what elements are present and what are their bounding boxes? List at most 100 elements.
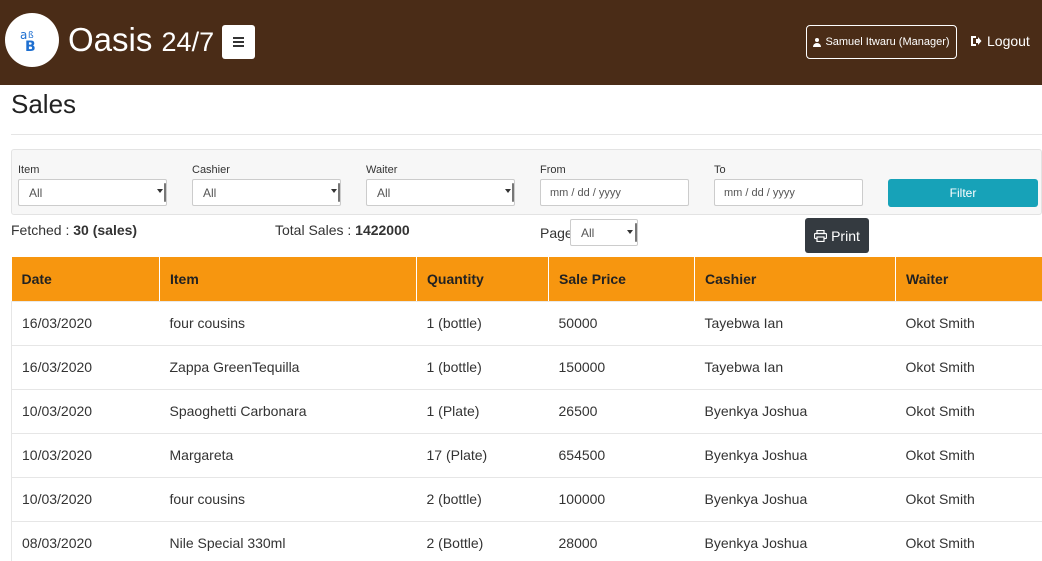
- cell-item: four cousins: [159, 301, 417, 346]
- cell-date: 10/03/2020: [11, 389, 160, 434]
- page-title: Sales: [11, 89, 77, 119]
- cell-quantity: 1 (Plate): [416, 389, 549, 434]
- from-date-input[interactable]: mm / dd / yyyy: [540, 179, 689, 206]
- user-icon: [813, 37, 822, 47]
- logo-icon[interactable]: a ß B: [5, 13, 59, 67]
- page-select[interactable]: All: [570, 219, 638, 246]
- sales-table: Date Item Quantity Sale Price Cashier Wa…: [11, 257, 1042, 561]
- item-filter-group: Item All: [18, 163, 167, 206]
- select-edge: [512, 183, 514, 202]
- cell-cashier: Byenkya Joshua: [694, 389, 896, 434]
- column-header-waiter[interactable]: Waiter: [895, 257, 1042, 302]
- select-edge: [164, 183, 166, 202]
- cashier-filter-value: All: [203, 185, 217, 200]
- cell-date: 08/03/2020: [11, 521, 160, 561]
- to-date-group: To mm / dd / yyyy: [714, 163, 863, 206]
- select-edge: [338, 183, 340, 202]
- cell-date: 10/03/2020: [11, 433, 160, 478]
- cell-sale-price: 150000: [548, 345, 695, 390]
- cell-cashier: Tayebwa Ian: [694, 301, 896, 346]
- table-row: 16/03/2020 four cousins 1 (bottle) 50000…: [11, 301, 1042, 346]
- cell-item: Margareta: [159, 433, 417, 478]
- cell-item: Nile Special 330ml: [159, 521, 417, 561]
- item-filter-select[interactable]: All: [18, 179, 167, 206]
- cell-item: four cousins: [159, 477, 417, 522]
- print-icon: [814, 229, 828, 242]
- cell-cashier: Byenkya Joshua: [694, 521, 896, 561]
- cell-cashier: Byenkya Joshua: [694, 433, 896, 478]
- item-filter-label: Item: [18, 164, 40, 176]
- filter-button[interactable]: Filter: [888, 179, 1038, 207]
- cell-sale-price: 654500: [548, 433, 695, 478]
- cell-quantity: 2 (Bottle): [416, 521, 549, 561]
- fetched-value: 30 (sales): [73, 222, 138, 238]
- column-header-date[interactable]: Date: [11, 257, 160, 302]
- title-divider: [11, 134, 1042, 135]
- table-row: 10/03/2020 Margareta 17 (Plate) 654500 B…: [11, 433, 1042, 478]
- from-date-placeholder: mm / dd / yyyy: [550, 186, 621, 199]
- user-label: Samuel Itwaru (Manager): [825, 36, 950, 48]
- menu-toggle-button[interactable]: [222, 25, 255, 59]
- top-navbar: a ß B Oasis 24/7 Samuel Itwaru (Manager)…: [0, 0, 1042, 85]
- logout-link[interactable]: Logout: [970, 33, 1030, 49]
- fetched-count: Fetched : 30 (sales): [11, 222, 137, 238]
- from-date-group: From mm / dd / yyyy: [540, 163, 689, 206]
- logo-icon-glyph: a ß B: [20, 28, 36, 55]
- total-label: Total Sales :: [275, 222, 352, 238]
- waiter-filter-value: All: [377, 185, 391, 200]
- total-sales: Total Sales : 1422000: [275, 222, 410, 238]
- to-date-placeholder: mm / dd / yyyy: [724, 186, 795, 199]
- sign-out-icon: [971, 36, 982, 46]
- column-header-quantity[interactable]: Quantity: [416, 257, 549, 302]
- brand-title[interactable]: Oasis 24/7: [68, 20, 214, 62]
- column-header-cashier[interactable]: Cashier: [694, 257, 896, 302]
- from-date-label: From: [540, 164, 566, 176]
- fetched-label: Fetched :: [11, 222, 70, 238]
- page-label: Page: [540, 225, 573, 241]
- user-account-button[interactable]: Samuel Itwaru (Manager): [806, 25, 957, 59]
- table-row: 10/03/2020 Spaoghetti Carbonara 1 (Plate…: [11, 389, 1042, 434]
- print-label: Print: [831, 227, 860, 244]
- cell-waiter: Okot Smith: [895, 389, 1042, 434]
- hamburger-icon: [233, 41, 244, 43]
- item-filter-value: All: [29, 185, 43, 200]
- cell-sale-price: 28000: [548, 521, 695, 561]
- cashier-filter-select[interactable]: All: [192, 179, 341, 206]
- filter-panel: Item All Cashier All Waiter All From mm …: [11, 149, 1042, 215]
- brand-suffix: 24/7: [161, 27, 215, 57]
- chevron-down-icon: [331, 189, 337, 193]
- page-select-value: All: [581, 225, 595, 240]
- table-row: 10/03/2020 four cousins 2 (bottle) 10000…: [11, 477, 1042, 522]
- total-value: 1422000: [355, 222, 410, 238]
- cell-waiter: Okot Smith: [895, 477, 1042, 522]
- column-header-sale-price[interactable]: Sale Price: [548, 257, 695, 302]
- cell-waiter: Okot Smith: [895, 433, 1042, 478]
- brand-name: Oasis: [68, 21, 153, 58]
- svg-text:B: B: [25, 39, 36, 55]
- table-row: 16/03/2020 Zappa GreenTequilla 1 (bottle…: [11, 345, 1042, 390]
- cell-date: 16/03/2020: [11, 345, 160, 390]
- waiter-filter-group: Waiter All: [366, 163, 515, 206]
- chevron-down-icon: [505, 189, 511, 193]
- cell-date: 16/03/2020: [11, 301, 160, 346]
- cell-waiter: Okot Smith: [895, 301, 1042, 346]
- chevron-down-icon: [157, 189, 163, 193]
- table-row: 08/03/2020 Nile Special 330ml 2 (Bottle)…: [11, 521, 1042, 561]
- cell-date: 10/03/2020: [11, 477, 160, 522]
- cell-quantity: 1 (bottle): [416, 345, 549, 390]
- to-date-input[interactable]: mm / dd / yyyy: [714, 179, 863, 206]
- to-date-label: To: [714, 164, 726, 176]
- print-button[interactable]: Print: [805, 218, 869, 253]
- logout-label: Logout: [987, 33, 1030, 49]
- cell-sale-price: 26500: [548, 389, 695, 434]
- cell-sale-price: 50000: [548, 301, 695, 346]
- cell-item: Spaoghetti Carbonara: [159, 389, 417, 434]
- table-header-row: Date Item Quantity Sale Price Cashier Wa…: [11, 257, 1042, 302]
- select-edge: [635, 223, 637, 242]
- cell-item: Zappa GreenTequilla: [159, 345, 417, 390]
- cell-sale-price: 100000: [548, 477, 695, 522]
- column-header-item[interactable]: Item: [159, 257, 417, 302]
- waiter-filter-select[interactable]: All: [366, 179, 515, 206]
- cell-quantity: 1 (bottle): [416, 301, 549, 346]
- cell-quantity: 2 (bottle): [416, 477, 549, 522]
